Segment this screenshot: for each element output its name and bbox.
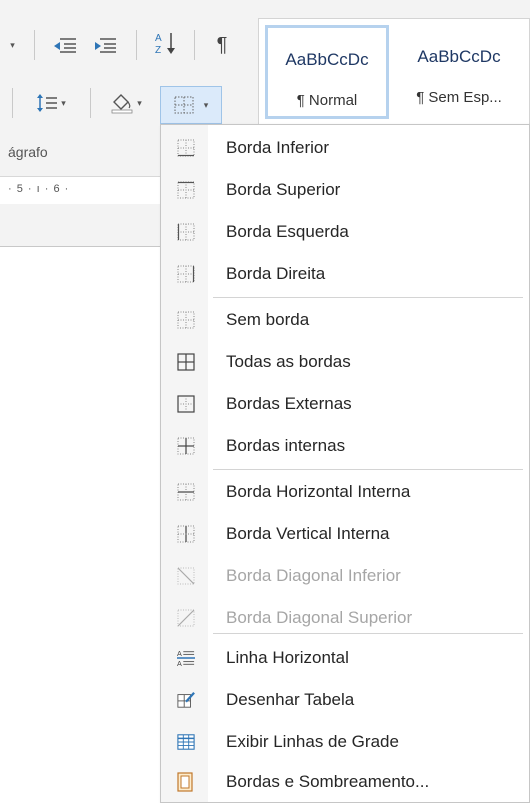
style-sample: AaBbCcDc [417,47,501,66]
sort-button[interactable]: A Z [148,30,184,56]
borders-button[interactable]: ▾ [160,86,222,124]
menu-separator [213,633,523,634]
menu-item-label: Todas as bordas [226,352,351,371]
sort-az-icon: A Z [155,33,175,56]
svg-text:A: A [155,33,162,44]
styles-gallery: AaBbCcDc ¶ Normal AaBbCcDc ¶ Sem Esp... [258,18,530,126]
borders-dropdown-menu: Borda Inferior Borda Superior Borda Esqu… [160,124,530,803]
horizontal-line-icon: AA [177,649,195,668]
svg-text:A: A [177,649,182,658]
style-name: ¶ Normal [296,92,358,109]
border-bottom-icon [177,139,195,157]
menu-item-bordas-internas[interactable]: Bordas internas [161,425,529,467]
menu-item-bordas-externas[interactable]: Bordas Externas [161,383,529,425]
line-spacing-icon [37,94,58,112]
border-left-icon [177,223,195,241]
menu-item-bordas-e-sombreamento[interactable]: Bordas e Sombreamento... [161,761,529,803]
pilcrow-icon: ¶ [216,33,228,56]
menu-item-exibir-linhas-de-grade[interactable]: Exibir Linhas de Grade [161,721,529,763]
diagonal-down-border-icon [177,567,195,585]
chevron-down-icon: ▾ [61,97,66,108]
border-top-icon [177,181,195,199]
style-no-spacing[interactable]: AaBbCcDc ¶ Sem Esp... [397,25,521,119]
line-spacing-button[interactable]: ▾ [26,90,76,116]
menu-item-linha-horizontal[interactable]: AA Linha Horizontal [161,637,529,679]
menu-item-borda-esquerda[interactable]: Borda Esquerda [161,211,529,253]
menu-item-label: Borda Horizontal Interna [226,482,411,501]
menu-item-label: Borda Esquerda [226,222,349,241]
show-formatting-button[interactable]: ¶ [204,32,240,58]
menu-item-borda-superior[interactable]: Borda Superior [161,169,529,211]
paragraph-group: ▾ A Z ¶ ▾ ▾ AaBbCcDc ¶ Normal AaBbCcDc ¶… [0,0,530,136]
menu-item-label: Borda Vertical Interna [226,524,390,543]
menu-item-label: Bordas internas [226,436,346,455]
draw-table-icon [177,691,195,709]
paint-bucket-icon [111,94,133,114]
svg-text:Z: Z [155,45,161,56]
menu-item-borda-vertical-interna[interactable]: Borda Vertical Interna [161,513,529,555]
menu-item-label: Desenhar Tabela [226,690,355,709]
menu-item-label: Borda Diagonal Inferior [226,566,401,585]
paragraph-group-label: ágrafo [8,144,48,160]
menu-item-label: Sem borda [226,310,310,329]
ruler: · 5 · ı · 6 · [0,176,170,204]
menu-item-label: Borda Superior [226,180,341,199]
chevron-down-icon: ▾ [137,97,142,108]
menu-item-borda-direita[interactable]: Borda Direita [161,253,529,295]
menu-item-label: Bordas Externas [226,394,352,413]
ruler-marks: · 5 · ı · 6 · [8,183,70,195]
ruler-strip [0,204,170,246]
menu-item-borda-horizontal-interna[interactable]: Borda Horizontal Interna [161,471,529,513]
style-sample: AaBbCcDc [285,50,369,69]
inside-borders-icon [177,437,195,455]
list-dropdown-caret[interactable]: ▾ [0,32,22,58]
decrease-indent-icon [54,38,76,53]
style-name: ¶ Sem Esp... [416,89,502,106]
menu-item-label: Exibir Linhas de Grade [226,732,399,751]
menu-item-borda-diagonal-inferior: Borda Diagonal Inferior [161,555,529,597]
menu-item-label: Bordas e Sombreamento... [226,772,430,791]
separator [90,88,91,118]
inside-vertical-border-icon [177,525,195,543]
menu-item-label: Borda Diagonal Superior [226,608,413,627]
menu-item-sem-borda[interactable]: Sem borda [161,299,529,341]
chevron-down-icon: ▾ [203,99,209,110]
inside-horizontal-border-icon [177,483,195,501]
outside-borders-icon [177,395,195,413]
menu-item-label: Borda Inferior [226,138,329,157]
increase-indent-icon [95,38,116,53]
separator [136,30,137,60]
increase-indent-button[interactable] [88,32,122,58]
decrease-indent-button[interactable] [48,32,82,58]
separator [34,30,35,60]
menu-separator [213,469,523,470]
view-gridlines-icon [177,733,195,751]
separator [12,88,13,118]
border-grid-icon [174,96,194,114]
svg-text:A: A [177,659,182,668]
menu-item-label: Borda Direita [226,264,326,283]
menu-item-todas-as-bordas[interactable]: Todas as bordas [161,341,529,383]
shading-button[interactable]: ▾ [98,90,154,116]
word-window: ▾ A Z ¶ ▾ ▾ AaBbCcDc ¶ Normal AaBbCcDc ¶… [0,0,530,803]
menu-item-borda-inferior[interactable]: Borda Inferior [161,127,529,169]
document-edge [0,246,170,247]
no-border-icon [177,311,195,329]
menu-item-label: Linha Horizontal [226,648,349,667]
menu-item-desenhar-tabela[interactable]: Desenhar Tabela [161,679,529,721]
all-borders-icon [177,353,195,371]
border-right-icon [177,265,195,283]
style-normal[interactable]: AaBbCcDc ¶ Normal [265,25,389,119]
separator [194,30,195,60]
borders-shading-icon [177,772,195,792]
menu-separator [213,297,523,298]
diagonal-up-border-icon [177,609,195,627]
